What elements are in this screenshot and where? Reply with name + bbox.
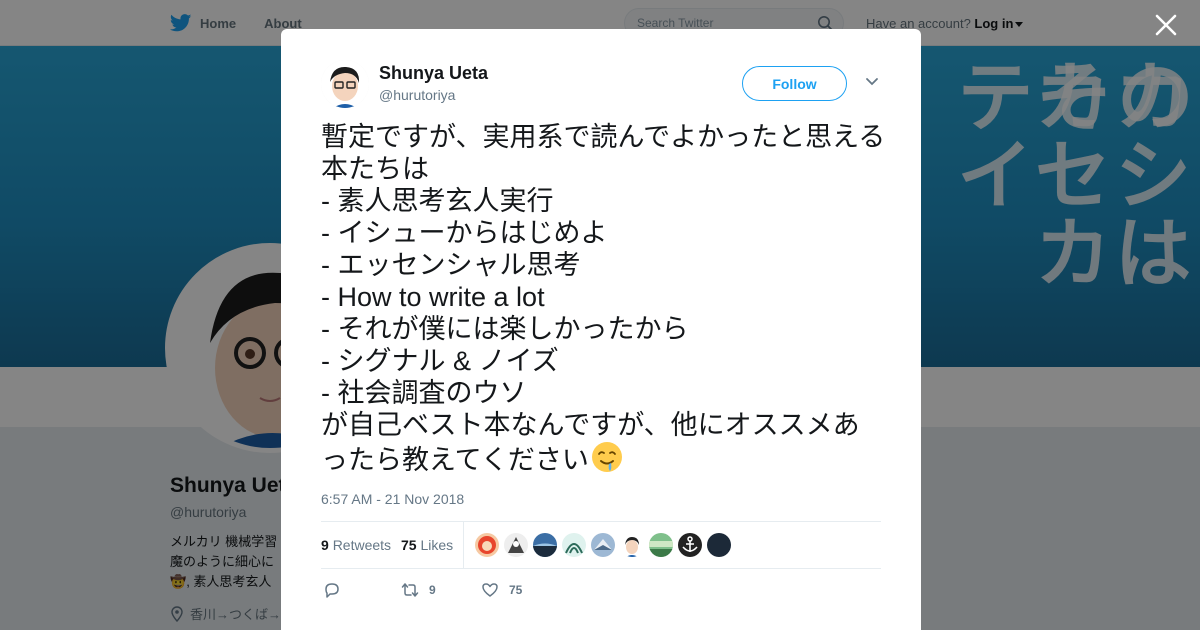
like-action-count: 75 (509, 583, 523, 597)
follow-button[interactable]: Follow (742, 66, 847, 101)
tweet-text: 暫定ですが、実用系で読んでよかったと思える本たちは - 素人思考玄人実行 - イ… (321, 121, 886, 476)
tweet-last-line: が自己ベスト本なんですが、他にオススメあったら教えてください (321, 409, 886, 476)
liker-avatar[interactable] (678, 533, 702, 557)
liker-avatar[interactable] (475, 533, 499, 557)
tweet-line: - How to write a lot (321, 282, 545, 312)
liker-avatars (475, 533, 731, 557)
retweet-action-count: 9 (429, 583, 436, 597)
chevron-down-icon[interactable] (865, 77, 879, 87)
likes-label: Likes (420, 537, 454, 553)
likes-count: 75 (401, 537, 417, 553)
retweet-icon (401, 583, 419, 597)
tweet-stats: 9 Retweets 75 Likes (321, 521, 881, 569)
liker-avatar[interactable] (562, 533, 586, 557)
tweet-line: - エッセンシャル思考 (321, 250, 581, 280)
tweet-line: - それが僕には楽しかったから (321, 314, 689, 344)
heart-icon (482, 583, 498, 597)
liker-avatar[interactable] (707, 533, 731, 557)
tweet-line: - 素人思考玄人実行 (321, 186, 554, 216)
liker-avatar[interactable] (649, 533, 673, 557)
liker-avatar[interactable] (591, 533, 615, 557)
tweet-modal: Shunya Ueta @hurutoriya Follow 暫定ですが、実用系… (281, 29, 921, 630)
reply-button[interactable] (323, 581, 351, 599)
author-handle[interactable]: @hurutoriya (379, 87, 455, 103)
author-avatar-illustration (321, 60, 369, 108)
liker-avatar[interactable] (504, 533, 528, 557)
tweet-line: - イシューからはじめよ (321, 218, 608, 248)
stats-divider (463, 522, 464, 568)
drooling-face-icon (591, 442, 622, 472)
liker-avatar[interactable] (533, 533, 557, 557)
tweet-line: - 社会調査のウソ (321, 378, 527, 408)
retweets-label: Retweets (332, 537, 392, 553)
tweet-line: - シグナル & ノイズ (321, 346, 559, 376)
retweets-stat[interactable]: 9 Retweets (321, 537, 391, 553)
close-icon[interactable] (1153, 12, 1179, 38)
liker-avatar[interactable] (620, 533, 644, 557)
author-avatar[interactable] (321, 60, 369, 108)
author-name[interactable]: Shunya Ueta (379, 63, 488, 84)
tweet-line: 暫定ですが、実用系で読んでよかったと思える本たちは (321, 122, 886, 184)
likes-stat[interactable]: 75 Likes (401, 537, 453, 553)
reply-icon (325, 583, 339, 598)
retweets-count: 9 (321, 537, 329, 553)
tweet-actions: 9 75 (323, 581, 623, 601)
tweet-timestamp[interactable]: 6:57 AM - 21 Nov 2018 (321, 491, 464, 507)
retweet-button[interactable]: 9 (401, 581, 436, 599)
like-button[interactable]: 75 (481, 581, 522, 599)
